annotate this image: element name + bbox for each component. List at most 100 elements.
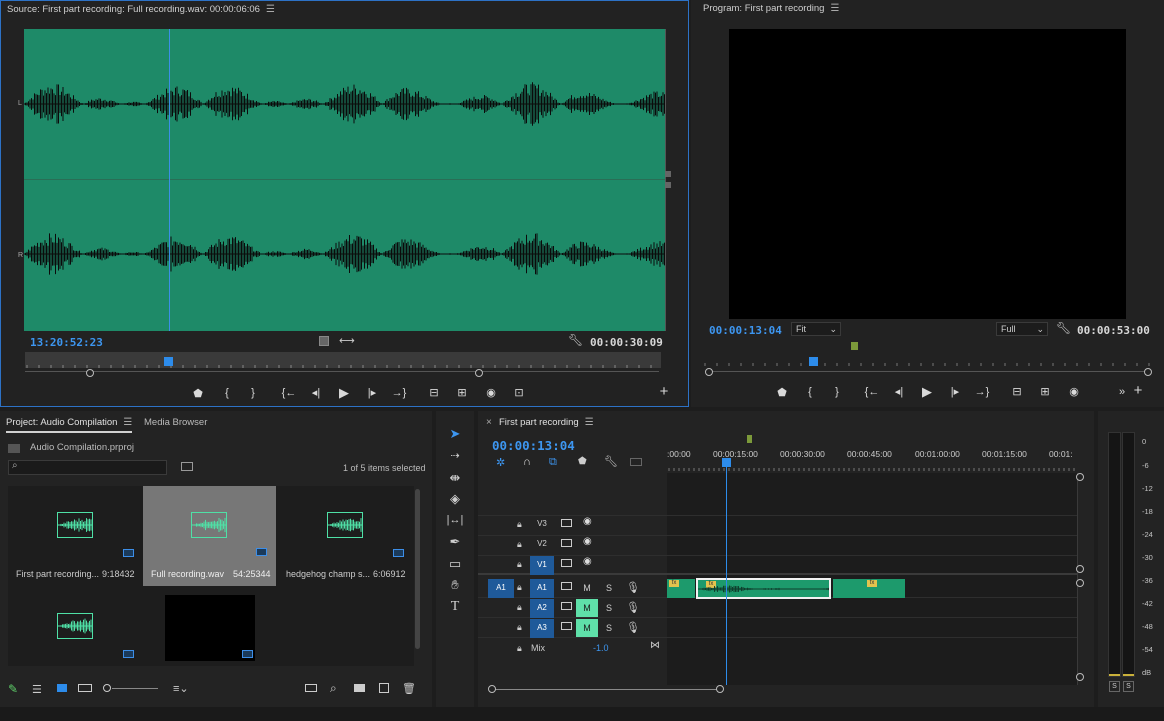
lift-icon[interactable]: ⊟ <box>1009 385 1025 399</box>
toggle-sync-icon[interactable] <box>561 582 572 590</box>
program-add-marker-icon[interactable]: ⬟ <box>775 386 789 400</box>
panel-menu-icon[interactable]: ☰ <box>266 4 275 15</box>
microphone-icon[interactable]: 🎙︎ <box>626 601 640 614</box>
track-target-v2[interactable]: V2 <box>530 535 554 555</box>
go-to-in-icon[interactable]: {← <box>281 386 297 400</box>
program-playhead-marker[interactable] <box>809 357 818 366</box>
add-marker-icon[interactable]: ⬟ <box>191 387 205 401</box>
lock-icon[interactable]: 🔒︎ <box>517 559 522 570</box>
close-sequence-icon[interactable]: × <box>486 417 492 428</box>
program-zoom-left[interactable] <box>705 368 713 376</box>
project-item[interactable]: First part recording... 9:18432 <box>8 486 141 586</box>
zoom-handle-left[interactable] <box>86 369 94 377</box>
new-search-bin-icon[interactable] <box>181 462 193 471</box>
track-target-a2[interactable]: A2 <box>530 599 554 618</box>
mute-a2[interactable]: M <box>576 599 598 617</box>
toggle-sync-icon[interactable] <box>561 539 572 547</box>
type-tool-icon[interactable]: T <box>444 597 466 617</box>
pencil-icon[interactable]: ✎ <box>8 682 18 696</box>
play-icon[interactable]: ▶ <box>337 386 351 400</box>
fit-select[interactable]: Fit ⌄ <box>791 322 841 336</box>
volume-handle-bottom[interactable] <box>665 182 671 188</box>
program-play-icon[interactable]: ▶ <box>920 385 934 399</box>
lock-icon[interactable]: 🔒︎ <box>517 602 522 613</box>
program-timecode[interactable]: 00:00:13:04 <box>709 324 782 337</box>
program-add-button-icon[interactable]: + <box>1131 383 1145 398</box>
timeline-hscroll[interactable] <box>492 689 722 690</box>
new-bin-icon[interactable] <box>354 684 365 692</box>
microphone-icon[interactable]: 🎙︎ <box>626 581 640 594</box>
camera-icon[interactable]: ◉ <box>483 386 499 400</box>
track-target-v3[interactable]: V3 <box>530 515 554 535</box>
lock-icon[interactable]: 🔒︎ <box>517 622 522 633</box>
eye-icon[interactable]: ◉ <box>583 516 592 527</box>
hscroll-handle-left[interactable] <box>488 685 496 693</box>
automate-icon[interactable] <box>305 684 317 692</box>
overwrite-icon[interactable]: ⊞ <box>454 386 470 400</box>
track-select-tool-icon[interactable]: ⇢ <box>444 446 466 466</box>
program-marker[interactable] <box>851 342 858 350</box>
project-scrollbar[interactable] <box>415 489 420 649</box>
go-to-out-icon[interactable]: →} <box>391 386 407 400</box>
program-go-to-in-icon[interactable]: {← <box>864 385 880 399</box>
program-wrench-icon[interactable]: 🔧︎ <box>1056 321 1071 335</box>
zoom-slider-handle[interactable] <box>103 684 111 692</box>
source-zoom-bar[interactable] <box>25 371 659 376</box>
vscroll-handle[interactable] <box>1076 565 1084 573</box>
snap-icon[interactable]: ∩ <box>523 456 531 468</box>
program-go-to-out-icon[interactable]: →} <box>974 385 990 399</box>
timeline-marker-icon[interactable]: ⬟ <box>578 456 587 467</box>
zoom-slider[interactable] <box>112 688 158 689</box>
ripple-edit-tool-icon[interactable]: ⇼ <box>444 468 466 488</box>
audio-clip[interactable]: fx <box>667 579 695 598</box>
solo-a2[interactable]: S <box>598 599 620 617</box>
project-search-input[interactable]: ⌕ <box>8 460 167 475</box>
timeline-marker[interactable] <box>747 435 752 443</box>
audio-clip-selected[interactable]: fx <box>696 578 831 599</box>
drag-audio-icon[interactable]: ⟷ <box>339 334 355 347</box>
list-view-icon[interactable]: ☰ <box>32 683 42 696</box>
new-item-icon[interactable] <box>379 683 389 693</box>
microphone-icon[interactable]: 🎙︎ <box>626 621 640 634</box>
vscroll-handle[interactable] <box>1076 673 1084 681</box>
step-forward-icon[interactable]: |▸ <box>365 386 379 400</box>
extract-icon[interactable]: ⊞ <box>1037 385 1053 399</box>
program-camera-icon[interactable]: ◉ <box>1066 385 1082 399</box>
program-step-forward-icon[interactable]: |▸ <box>948 385 962 399</box>
source-patch-a1[interactable]: A1 <box>488 579 514 598</box>
step-back-icon[interactable]: ◂| <box>309 386 323 400</box>
track-target-a1[interactable]: A1 <box>530 579 554 598</box>
eye-icon[interactable]: ◉ <box>583 556 592 567</box>
mute-a3[interactable]: M <box>576 619 598 637</box>
slip-tool-icon[interactable]: |↔| <box>444 510 466 530</box>
drag-video-icon[interactable] <box>319 336 329 346</box>
toggle-sync-icon[interactable] <box>561 622 572 630</box>
wrench-icon[interactable]: 🔧︎ <box>568 333 583 347</box>
selection-tool-icon[interactable]: ➤ <box>444 424 466 444</box>
pen-tool-icon[interactable]: ✒ <box>444 532 466 552</box>
program-zoom-bar[interactable] <box>705 371 1145 374</box>
program-zoom-right[interactable] <box>1144 368 1152 376</box>
find-icon[interactable]: ⌕ <box>330 681 337 696</box>
lock-icon[interactable]: 🔒︎ <box>517 539 522 550</box>
linked-selection-icon[interactable]: ⧉ <box>549 456 557 469</box>
audio-clip[interactable]: fx <box>833 579 905 598</box>
hand-tool-icon[interactable]: ✋︎ <box>444 575 466 595</box>
mix-value[interactable]: -1.0 <box>593 643 609 653</box>
project-menu-icon[interactable]: ☰ <box>123 417 132 428</box>
program-panel-title[interactable]: Program: First part recording ☰ <box>703 3 839 14</box>
sort-icon[interactable]: ≡⌄ <box>173 682 189 695</box>
insert-icon[interactable]: ⊟ <box>426 386 442 400</box>
mute-a1[interactable]: M <box>576 579 598 597</box>
razor-tool-icon[interactable]: ◈ <box>444 489 466 509</box>
solo-right-button[interactable]: S <box>1123 681 1134 692</box>
more-controls-icon[interactable]: » <box>1115 385 1129 399</box>
freeform-view-icon[interactable] <box>78 684 92 692</box>
timeline-wrench-icon[interactable]: 🔧︎ <box>604 455 618 468</box>
sequence-tab[interactable]: First part recording ☰ <box>499 417 594 428</box>
lock-icon[interactable]: 🔒︎ <box>517 582 522 593</box>
trash-icon[interactable]: 🗑︎ <box>402 682 416 695</box>
program-video-frame[interactable] <box>729 29 1126 319</box>
toggle-sync-icon[interactable] <box>561 519 572 527</box>
tab-project[interactable]: Project: Audio Compilation ☰ <box>6 417 133 433</box>
